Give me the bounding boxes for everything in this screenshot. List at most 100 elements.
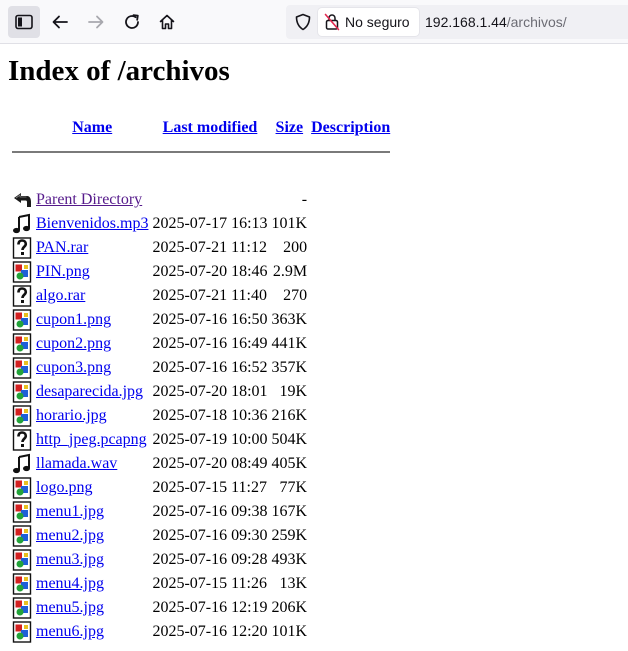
file-link[interactable]: horario.jpg <box>36 407 107 424</box>
file-row: PAN.rar 2025-07-21 11:12 200 <box>11 237 391 259</box>
file-link[interactable]: cupon3.png <box>36 359 111 376</box>
file-modified: 2025-07-16 12:20 <box>152 623 268 640</box>
file-modified: 2025-07-16 12:19 <box>152 599 268 616</box>
file-link[interactable]: menu4.jpg <box>36 575 104 592</box>
file-size: 101K <box>271 623 308 640</box>
file-size: 493K <box>271 551 308 568</box>
file-description <box>310 453 391 475</box>
file-link[interactable]: menu3.jpg <box>36 551 104 568</box>
insecure-lock-icon <box>324 13 340 31</box>
file-description <box>310 597 391 619</box>
header-separator <box>11 141 391 163</box>
file-link[interactable]: menu5.jpg <box>36 599 104 616</box>
url-text[interactable]: 192.168.1.44/archivos/ <box>425 14 567 30</box>
table-header-row: Name Last modified Size Description <box>11 117 391 139</box>
unknown-file-icon <box>12 237 32 259</box>
file-link[interactable]: llamada.wav <box>36 455 117 472</box>
back-button[interactable] <box>44 6 76 38</box>
arrow-left-icon <box>52 15 68 29</box>
file-row: llamada.wav 2025-07-20 08:49 405K <box>11 453 391 475</box>
file-row: cupon1.png 2025-07-16 16:50 363K <box>11 309 391 331</box>
file-modified: 2025-07-15 11:27 <box>152 479 267 496</box>
file-modified: 2025-07-21 11:12 <box>152 239 267 256</box>
reload-button[interactable] <box>116 6 148 38</box>
file-row: menu3.jpg 2025-07-16 09:28 493K <box>11 549 391 571</box>
forward-button[interactable] <box>80 6 112 38</box>
file-link[interactable]: http_jpeg.pcapng <box>36 431 147 448</box>
file-row: algo.rar 2025-07-21 11:40 270 <box>11 285 391 307</box>
unknown-file-icon <box>12 429 32 451</box>
file-link[interactable]: menu2.jpg <box>36 527 104 544</box>
security-label: No seguro <box>345 14 410 30</box>
file-row: logo.png 2025-07-15 11:27 77K <box>11 477 391 499</box>
file-link[interactable]: PAN.rar <box>36 239 88 256</box>
image-file-icon <box>12 261 32 283</box>
file-description <box>310 549 391 571</box>
sound-icon <box>13 213 30 234</box>
file-modified: 2025-07-21 11:40 <box>152 287 267 304</box>
file-modified: 2025-07-20 18:46 <box>152 263 268 280</box>
site-security-indicator[interactable]: No seguro <box>318 8 419 36</box>
file-row: menu5.jpg 2025-07-16 12:19 206K <box>11 597 391 619</box>
file-modified: 2025-07-17 16:13 <box>152 215 268 232</box>
sort-by-description-link[interactable]: Description <box>311 119 390 136</box>
file-modified: 2025-07-20 08:49 <box>152 455 268 472</box>
file-size: 13K <box>279 575 308 592</box>
file-link[interactable]: Bienvenidos.mp3 <box>36 215 148 232</box>
file-listing-table: Name Last modified Size Description Pare… <box>9 115 393 645</box>
shield-icon[interactable] <box>294 13 312 31</box>
sidebar-toggle-button[interactable] <box>8 6 40 38</box>
file-row: menu6.jpg 2025-07-16 12:20 101K <box>11 621 391 643</box>
file-link[interactable]: cupon1.png <box>36 311 111 328</box>
file-link[interactable]: menu1.jpg <box>36 503 104 520</box>
parent-directory-link[interactable]: Parent Directory <box>36 191 142 208</box>
file-description <box>310 477 391 499</box>
browser-toolbar: No seguro 192.168.1.44/archivos/ <box>0 0 628 44</box>
file-modified: 2025-07-16 16:49 <box>152 335 268 352</box>
address-bar[interactable]: No seguro 192.168.1.44/archivos/ <box>286 5 628 39</box>
file-link[interactable]: PIN.png <box>36 263 90 280</box>
file-row: menu4.jpg 2025-07-15 11:26 13K <box>11 573 391 595</box>
header-description: Description <box>310 117 391 139</box>
image-file-icon <box>12 381 32 403</box>
header-size: Size <box>271 117 309 139</box>
file-row: http_jpeg.pcapng 2025-07-19 10:00 504K <box>11 429 391 451</box>
file-description <box>310 333 391 355</box>
file-link[interactable]: cupon2.png <box>36 335 111 352</box>
file-size: 259K <box>271 527 308 544</box>
file-modified: 2025-07-16 16:52 <box>152 359 268 376</box>
file-link[interactable]: logo.png <box>36 479 92 496</box>
file-size: 19K <box>279 383 308 400</box>
file-row: menu1.jpg 2025-07-16 09:38 167K <box>11 501 391 523</box>
file-modified: 2025-07-16 09:38 <box>152 503 268 520</box>
file-row: cupon2.png 2025-07-16 16:49 441K <box>11 333 391 355</box>
header-last-modified: Last modified <box>151 117 268 139</box>
file-modified: 2025-07-16 09:28 <box>152 551 268 568</box>
header-name: Name <box>35 117 149 139</box>
sort-by-name-link[interactable]: Name <box>72 119 112 136</box>
file-description <box>310 213 391 235</box>
image-file-icon <box>12 549 32 571</box>
image-file-icon <box>12 597 32 619</box>
file-size: 357K <box>271 359 308 376</box>
file-modified: 2025-07-19 10:00 <box>152 431 268 448</box>
file-description <box>310 501 391 523</box>
file-size: 167K <box>271 503 308 520</box>
home-button[interactable] <box>151 6 183 38</box>
sort-by-modified-link[interactable]: Last modified <box>163 119 258 136</box>
file-row: PIN.png 2025-07-20 18:46 2.9M <box>11 261 391 283</box>
file-size: 405K <box>271 455 308 472</box>
file-link[interactable]: algo.rar <box>36 287 85 304</box>
file-size: 200 <box>283 239 308 256</box>
file-link[interactable]: menu6.jpg <box>36 623 104 640</box>
sound-icon <box>13 453 30 474</box>
file-row: menu2.jpg 2025-07-16 09:30 259K <box>11 525 391 547</box>
file-description <box>310 573 391 595</box>
file-link[interactable]: desaparecida.jpg <box>36 383 143 400</box>
sort-by-size-link[interactable]: Size <box>276 119 304 136</box>
image-file-icon <box>12 405 32 427</box>
image-file-icon <box>12 501 32 523</box>
file-modified: 2025-07-15 11:26 <box>152 575 267 592</box>
file-row: desaparecida.jpg 2025-07-20 18:01 19K <box>11 381 391 403</box>
file-row: Bienvenidos.mp3 2025-07-17 16:13 101K <box>11 213 391 235</box>
